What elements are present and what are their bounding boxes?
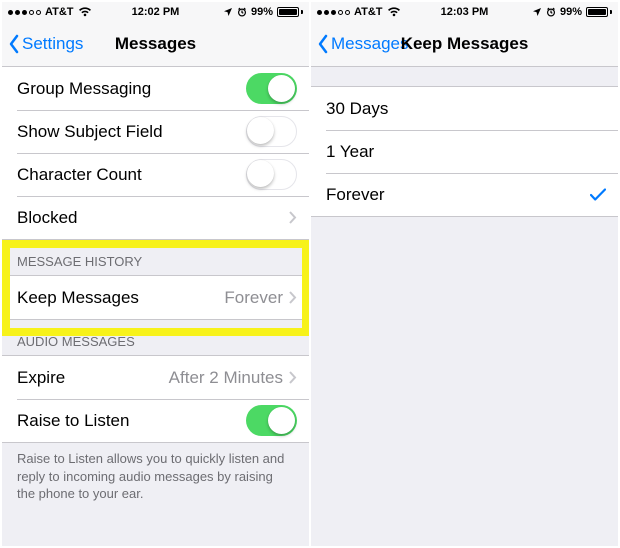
keep-messages-pane: AT&T 12:03 PM 99%	[311, 2, 618, 546]
checkmark-icon	[590, 188, 606, 202]
chevron-right-icon	[289, 211, 297, 224]
status-bar: AT&T 12:02 PM 99%	[2, 2, 309, 22]
audio-messages-section: Expire After 2 Minutes Raise to Listen	[2, 355, 309, 443]
raise-to-listen-footer: Raise to Listen allows you to quickly li…	[2, 443, 309, 517]
nav-bar: Settings Messages	[2, 22, 309, 67]
keep-messages-row[interactable]: Keep Messages Forever	[2, 276, 309, 319]
location-icon	[532, 7, 542, 17]
alarm-icon	[237, 7, 247, 17]
back-label: Settings	[22, 34, 83, 54]
carrier-label: AT&T	[45, 6, 74, 18]
show-subject-label: Show Subject Field	[17, 122, 246, 142]
group-messaging-section: Group Messaging Show Subject Field Chara…	[2, 66, 309, 240]
blocked-label: Blocked	[17, 208, 289, 228]
option-label: 1 Year	[326, 142, 606, 162]
battery-pct: 99%	[251, 6, 273, 18]
nav-bar: Messages Keep Messages	[311, 22, 618, 67]
expire-row[interactable]: Expire After 2 Minutes	[2, 356, 309, 399]
option-30-days[interactable]: 30 Days	[311, 87, 618, 130]
battery-pct: 99%	[560, 6, 582, 18]
battery-icon	[586, 7, 612, 17]
back-label: Messages	[331, 34, 408, 54]
character-count-row[interactable]: Character Count	[2, 153, 309, 196]
audio-messages-header: AUDIO MESSAGES	[2, 320, 309, 355]
back-button[interactable]: Messages	[311, 34, 408, 54]
show-subject-row[interactable]: Show Subject Field	[2, 110, 309, 153]
blocked-row[interactable]: Blocked	[2, 196, 309, 239]
character-count-switch[interactable]	[246, 159, 297, 190]
show-subject-switch[interactable]	[246, 116, 297, 147]
location-icon	[223, 7, 233, 17]
carrier-label: AT&T	[354, 6, 383, 18]
keep-messages-value: Forever	[224, 288, 283, 308]
status-bar: AT&T 12:03 PM 99%	[311, 2, 618, 22]
signal-icon	[317, 10, 350, 15]
raise-to-listen-row[interactable]: Raise to Listen	[2, 399, 309, 442]
chevron-left-icon	[317, 34, 329, 54]
group-messaging-label: Group Messaging	[17, 79, 246, 99]
option-label: Forever	[326, 185, 590, 205]
expire-label: Expire	[17, 368, 169, 388]
wifi-icon	[78, 7, 92, 17]
battery-icon	[277, 7, 303, 17]
option-forever[interactable]: Forever	[311, 173, 618, 216]
messages-settings-pane: AT&T 12:02 PM 99%	[2, 2, 309, 546]
signal-icon	[8, 10, 41, 15]
message-history-section: Keep Messages Forever	[2, 275, 309, 320]
group-messaging-row[interactable]: Group Messaging	[2, 67, 309, 110]
group-messaging-switch[interactable]	[246, 73, 297, 104]
keep-messages-label: Keep Messages	[17, 288, 224, 308]
message-history-header: MESSAGE HISTORY	[2, 240, 309, 275]
chevron-right-icon	[289, 291, 297, 304]
raise-to-listen-switch[interactable]	[246, 405, 297, 436]
back-button[interactable]: Settings	[2, 34, 83, 54]
option-label: 30 Days	[326, 99, 606, 119]
chevron-left-icon	[8, 34, 20, 54]
chevron-right-icon	[289, 371, 297, 384]
expire-value: After 2 Minutes	[169, 368, 283, 388]
alarm-icon	[546, 7, 556, 17]
wifi-icon	[387, 7, 401, 17]
raise-to-listen-label: Raise to Listen	[17, 411, 246, 431]
option-1-year[interactable]: 1 Year	[311, 130, 618, 173]
keep-options-section: 30 Days 1 Year Forever	[311, 86, 618, 217]
character-count-label: Character Count	[17, 165, 246, 185]
